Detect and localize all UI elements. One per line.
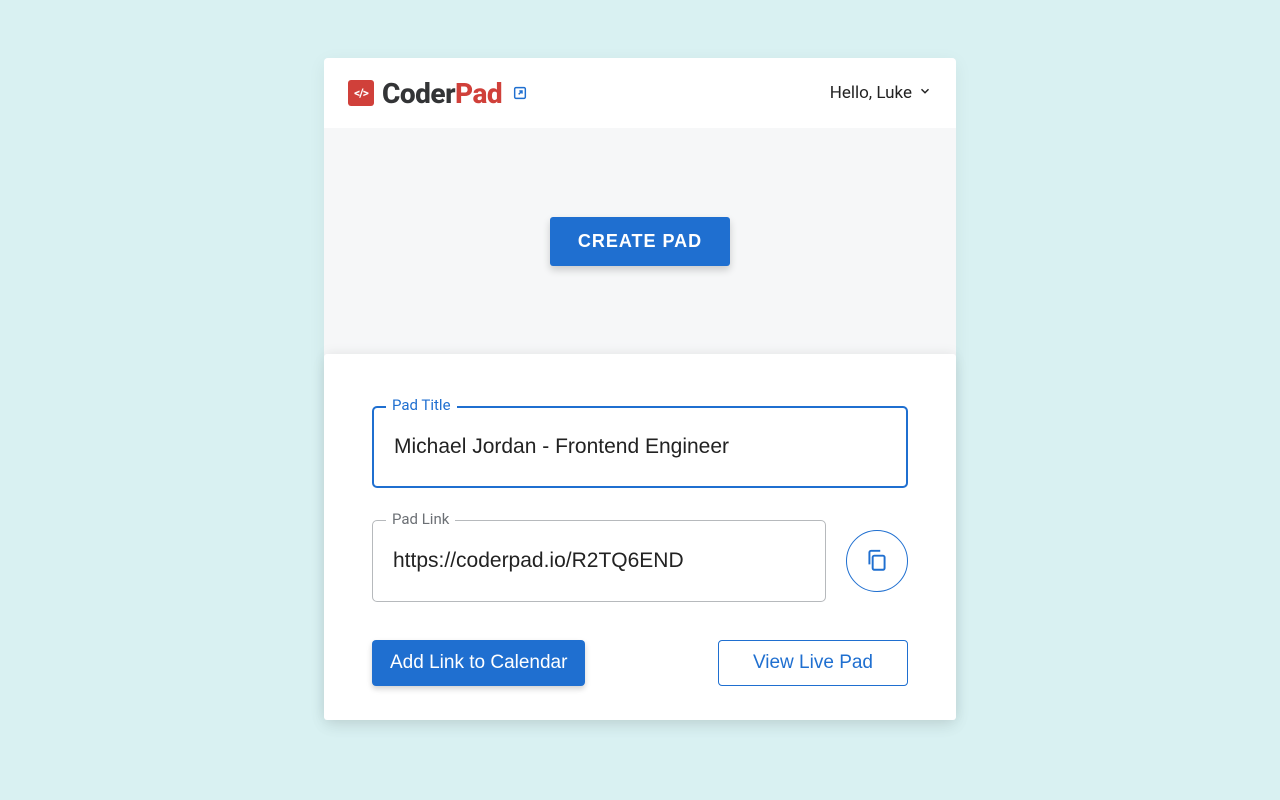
view-live-pad-button[interactable]: View Live Pad: [718, 640, 908, 686]
pad-title-field-wrap: Pad Title: [372, 406, 908, 488]
pad-link-input[interactable]: [372, 520, 826, 602]
user-menu[interactable]: Hello, Luke: [830, 83, 932, 103]
create-pad-button[interactable]: CREATE PAD: [550, 217, 730, 266]
pad-title-label: Pad Title: [386, 396, 457, 414]
pad-form-card: Pad Title Pad Link Add Link to Calendar …: [324, 354, 956, 720]
user-greeting: Hello, Luke: [830, 83, 912, 103]
logo-text-part1: Coder: [382, 77, 455, 110]
chevron-down-icon: [918, 83, 932, 103]
pad-link-field-wrap: Pad Link: [372, 520, 826, 602]
add-link-to-calendar-button[interactable]: Add Link to Calendar: [372, 640, 585, 686]
header: </> CoderPad Hello, Luke: [324, 58, 956, 128]
copy-link-button[interactable]: [846, 530, 908, 592]
external-link-icon[interactable]: [512, 85, 528, 101]
logo-badge-icon: </>: [348, 80, 374, 106]
pad-title-input[interactable]: [372, 406, 908, 488]
pad-link-label: Pad Link: [386, 510, 455, 528]
logo-text: CoderPad: [382, 77, 502, 110]
app-card: </> CoderPad Hello, Luke CREATE PAD: [324, 58, 956, 720]
logo-text-part2: Pad: [455, 77, 502, 110]
pad-link-row: Pad Link: [372, 520, 908, 602]
copy-icon: [864, 547, 890, 576]
form-actions: Add Link to Calendar View Live Pad: [372, 640, 908, 686]
logo[interactable]: </> CoderPad: [348, 77, 528, 110]
create-section: CREATE PAD: [324, 128, 956, 354]
